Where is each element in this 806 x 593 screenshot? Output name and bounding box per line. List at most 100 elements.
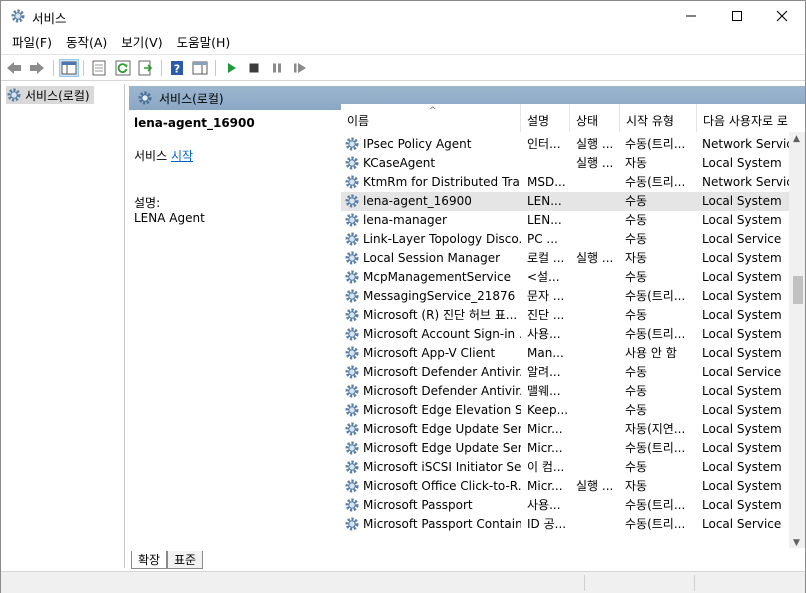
console-tree-button[interactable] [190,59,210,77]
service-startup-type-cell: 수동 [625,384,648,398]
scroll-up-icon[interactable]: ▲ [793,134,800,144]
service-status-cell [576,287,620,306]
menu-help[interactable]: 도움말(H) [170,33,238,53]
service-description-cell: 사용... [527,498,561,512]
tab-extended[interactable]: 확장 [131,551,168,569]
service-gear-icon [344,478,360,494]
service-startup-type-cell: 수동 [625,460,648,474]
close-button[interactable] [759,1,805,31]
tab-standard[interactable]: 표준 [167,551,204,569]
service-row[interactable]: Microsoft Passport Container ID 공... 수동(트리… [341,515,789,534]
service-row[interactable]: KtmRm for Distributed Tra... MSD... 수동(트리.… [341,173,789,192]
menu-view[interactable]: 보기(V) [114,33,169,53]
service-status-cell [576,363,620,382]
service-name-cell: Microsoft Office Click-to-R... [363,479,521,493]
service-row[interactable]: IPsec Policy Agent 인터... 실행 ... 수동(트리... Net… [341,135,789,154]
menu-action[interactable]: 동작(A) [59,33,114,53]
service-gear-icon [344,421,360,437]
service-row[interactable]: Microsoft Edge Update Ser... Micr... 자동(지연… [341,420,789,439]
back-icon [7,62,21,74]
refresh-button[interactable] [113,59,133,77]
console-tree: 서비스(로컬) [3,84,125,568]
service-row[interactable]: Microsoft Passport 사용... 수동(트리... Local Sys… [341,496,789,515]
service-name-cell: Microsoft iSCSI Initiator Se... [363,460,521,474]
service-status-cell [576,401,620,420]
service-row[interactable]: Link-Layer Topology Disco... PC ... 수동 Loca… [341,230,789,249]
service-status-cell [576,515,620,534]
service-startup-type-cell: 자동 [625,479,648,493]
service-row[interactable]: KCaseAgent 실행 ... 자동 Local System [341,154,789,173]
service-description-cell: MSD... [527,175,566,189]
forward-button[interactable] [27,59,47,77]
service-startup-type-cell: 수동(트리... [625,441,686,455]
service-row[interactable]: McpManagementService <설... 수동 Local System [341,268,789,287]
service-status-cell [576,344,620,363]
service-row[interactable]: lena-agent_16900 LEN... 수동 Local System [341,192,789,211]
service-log-on-as-cell: Network Service [702,175,789,189]
service-row[interactable]: MessagingService_21876 문자 ... 수동(트리... Loca… [341,287,789,306]
column-header-status[interactable]: 상태 [570,104,620,132]
start-service-button[interactable] [221,59,241,77]
service-log-on-as-cell: Local System [702,213,782,227]
service-row[interactable]: Local Session Manager 로컬 ... 실행 ... 자동 Local… [341,249,789,268]
service-log-on-as-cell: Local System [702,289,782,303]
service-log-on-as-cell: Local System [702,498,782,512]
service-log-on-as-cell: Local System [702,251,782,265]
service-status-cell [576,325,620,344]
service-row[interactable]: Microsoft Defender Antivir... 맬웨... 수동 Loca… [341,382,789,401]
menu-file[interactable]: 파일(F) [5,33,59,53]
service-name-cell: lena-agent_16900 [363,194,472,208]
service-row[interactable]: Microsoft (R) 진단 허브 표... 진단 ... 수동 Local Sy… [341,306,789,325]
service-gear-icon [344,497,360,513]
properties-button[interactable] [89,59,109,77]
service-status-cell [576,211,620,230]
minimize-button[interactable] [668,1,714,31]
start-service-link[interactable]: 시작 [171,149,193,163]
pause-service-button[interactable] [267,59,287,77]
service-name-cell: MessagingService_21876 [363,289,516,303]
tree-item-services-local[interactable]: 서비스(로컬) [6,86,94,104]
column-header-label: 상태 [576,114,599,128]
column-header-label: 이름 [347,114,370,128]
status-divider [584,575,585,591]
service-name-cell: McpManagementService [363,270,511,284]
vertical-scroll-thumb[interactable] [793,276,803,304]
help-button[interactable]: ? [167,59,187,77]
restart-service-button[interactable] [290,59,310,77]
maximize-icon [732,11,742,21]
pane-header-title: 서비스(로컬) [159,91,224,106]
maximize-button[interactable] [714,1,760,31]
service-row[interactable]: Microsoft iSCSI Initiator Se... 이 컴... 수동 L… [341,458,789,477]
service-row[interactable]: Microsoft App-V Client Man... 사용 안 함 Local … [341,344,789,363]
service-status-cell [576,420,620,439]
service-description-cell: Micr... [527,441,563,455]
service-row[interactable]: Microsoft Account Sign-in ... 사용... 수동(트리.… [341,325,789,344]
column-header-startup-type[interactable]: 시작 유형 [620,104,697,132]
scroll-down-icon[interactable]: ▼ [793,538,800,548]
service-name-cell: Microsoft Passport [363,498,473,512]
service-row[interactable]: Microsoft Edge Elevation S... Keep... 수동 Lo… [341,401,789,420]
column-header-description[interactable]: 설명 [521,104,570,132]
service-rows: IPsec Policy Agent 인터... 실행 ... 수동(트리... Net… [341,135,789,534]
vertical-scrollbar[interactable]: ▲ ▼ [789,132,805,548]
service-row[interactable]: Microsoft Edge Update Ser... Micr... 수동(트리… [341,439,789,458]
service-status-cell: 실행 ... [576,251,614,265]
show-hide-tree-button[interactable] [59,59,79,77]
export-button[interactable] [136,59,156,77]
service-startup-type-cell: 수동(트리... [625,327,686,341]
properties-icon [92,60,106,76]
service-description-cell: 맬웨... [527,384,561,398]
toolbar-separator [83,60,84,76]
service-row[interactable]: lena-manager LEN... 수동 Local System [341,211,789,230]
service-description-cell: 진단 ... [527,308,565,322]
back-button[interactable] [4,59,24,77]
column-header-log-on-as[interactable]: 다음 사용자로 로 [697,104,793,132]
service-row[interactable]: Microsoft Office Click-to-R... Micr... 실행 … [341,477,789,496]
service-log-on-as-cell: Local Service [702,365,782,379]
service-description-cell: 이 컴... [527,460,565,474]
service-name-cell: Microsoft Edge Update Ser... [363,422,521,436]
service-row[interactable]: Microsoft Defender Antivir... 알려... 수동 Loca… [341,363,789,382]
column-header-name[interactable]: ^ 이름 [341,104,521,132]
stop-service-button[interactable] [244,59,264,77]
service-status-cell [576,382,620,401]
